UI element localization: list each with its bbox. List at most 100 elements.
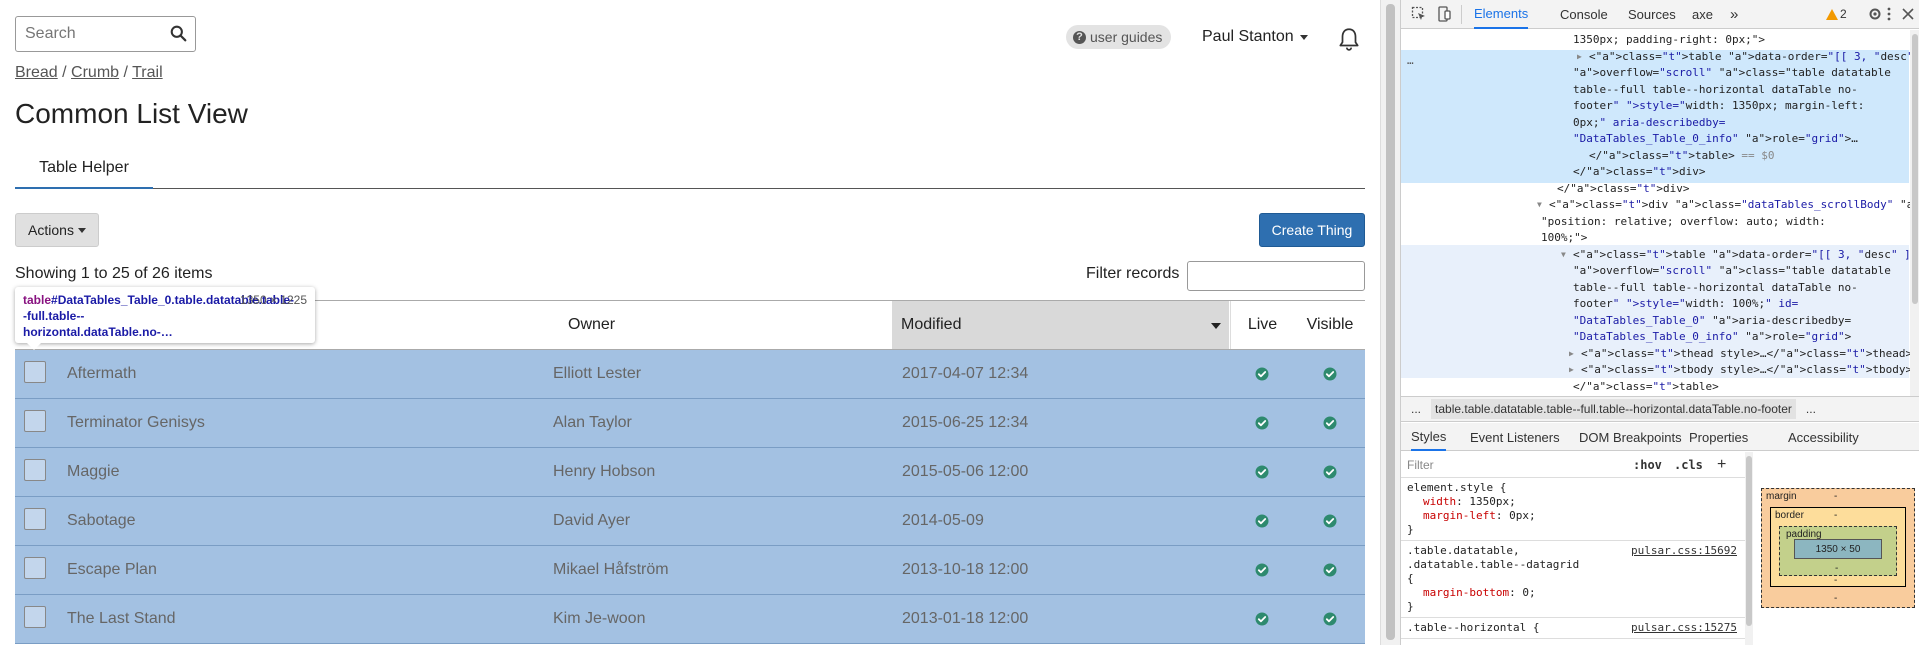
dom-node-line[interactable]: <"a">class="t">table "a">data-order="[[ … xyxy=(1401,247,1919,264)
dom-node-line[interactable]: </"a">class="t">table> == $0 xyxy=(1401,148,1911,165)
user-menu[interactable]: Paul Stanton xyxy=(1202,28,1308,46)
subtab-dom-breakpoints[interactable]: DOM Breakpoints xyxy=(1579,423,1682,451)
kebab-menu-icon[interactable] xyxy=(1881,6,1897,22)
search-icon[interactable] xyxy=(170,25,187,42)
dom-node-line[interactable]: 1350px; padding-right: 0px;"> xyxy=(1401,32,1911,49)
style-declaration[interactable]: margin-left: 0px; xyxy=(1407,509,1739,523)
subtab-properties[interactable]: Properties xyxy=(1689,423,1748,451)
dom-node-line[interactable]: "a">overflow="scroll" "a">class="table d… xyxy=(1401,263,1911,280)
dom-breadcrumb-current[interactable]: table.table.datatable.table--full.table-… xyxy=(1431,399,1796,419)
dom-node-line[interactable]: table--full table--horizontal dataTable … xyxy=(1401,82,1911,99)
property-name[interactable]: margin-bottom xyxy=(1423,586,1509,599)
rule-source-link[interactable]: pulsar.css:15275 xyxy=(1631,621,1737,635)
inspect-element-icon[interactable] xyxy=(1411,6,1427,22)
filter-records-input[interactable] xyxy=(1187,261,1365,291)
column-header-live[interactable]: Live xyxy=(1230,301,1294,349)
box-model-margin[interactable]: margin - - border - - padding - 1350 × 5… xyxy=(1761,488,1915,608)
style-declaration[interactable]: margin-bottom: 0; xyxy=(1407,586,1739,600)
title-cell[interactable]: Aftermath xyxy=(67,350,537,398)
dom-node-line[interactable]: "DataTables_Table_0" "a">aria-describedb… xyxy=(1401,313,1911,330)
dom-node-line[interactable]: <"a">class="t">tbody style>…</"a">class=… xyxy=(1401,362,1912,379)
table-row[interactable]: Sabotage David Ayer 2014-05-09 xyxy=(15,497,1365,546)
column-header-visible[interactable]: Visible xyxy=(1295,301,1365,349)
row-select-checkbox[interactable] xyxy=(24,410,46,432)
scrollbar-thumb[interactable] xyxy=(1746,456,1752,626)
dom-node-line[interactable]: footer" ">style="width: 100%;" id= xyxy=(1401,296,1911,313)
tab-table-helper[interactable]: Table Helper xyxy=(15,148,153,189)
property-value[interactable]: 0px xyxy=(1509,509,1529,522)
dom-node-line[interactable]: "position: relative; overflow: auto; wid… xyxy=(1401,214,1911,231)
dom-node-line[interactable]: <"a">class="t">div "a">class="dataTables… xyxy=(1401,197,1919,214)
style-declaration[interactable]: width: 1350px; xyxy=(1407,495,1739,509)
styles-filter-input[interactable]: Filter xyxy=(1407,458,1434,472)
breadcrumb-ellipsis-right[interactable]: ... xyxy=(1806,402,1816,416)
row-select-checkbox[interactable] xyxy=(24,459,46,481)
dom-node-line[interactable]: table--full table--horizontal dataTable … xyxy=(1401,280,1911,297)
property-value[interactable]: 1350px xyxy=(1469,495,1509,508)
title-cell[interactable]: Sabotage xyxy=(67,497,537,545)
title-cell[interactable]: Maggie xyxy=(67,448,537,496)
title-cell[interactable]: Escape Plan xyxy=(67,546,537,594)
more-tabs-button[interactable]: » xyxy=(1730,0,1738,29)
dom-scrollbar[interactable] xyxy=(1910,30,1919,396)
box-model-padding[interactable]: padding - 1350 × 50 xyxy=(1779,526,1897,576)
breadcrumb-link-1[interactable]: Bread xyxy=(15,64,58,81)
title-cell[interactable]: The Last Stand xyxy=(67,595,537,643)
add-rule-icon[interactable]: + xyxy=(1717,456,1726,472)
table-row[interactable]: Aftermath Elliott Lester 2017-04-07 12:34 xyxy=(15,350,1365,399)
property-value[interactable]: 0 xyxy=(1522,586,1529,599)
property-name[interactable]: margin-left xyxy=(1423,509,1496,522)
subtab-styles[interactable]: Styles xyxy=(1411,423,1447,451)
scrollbar-thumb[interactable] xyxy=(1912,34,1918,304)
scrollbar-thumb[interactable] xyxy=(1386,4,1395,640)
table-row[interactable]: Maggie Henry Hobson 2015-05-06 12:00 xyxy=(15,448,1365,497)
devtools-tab-axe[interactable]: axe xyxy=(1692,0,1713,29)
bell-icon[interactable] xyxy=(1336,26,1362,52)
breadcrumb-ellipsis-left[interactable]: ... xyxy=(1411,402,1421,416)
hov-toggle[interactable]: :hov xyxy=(1633,458,1662,472)
dom-node-line[interactable]: "DataTables_Table_0_info" "a">role="grid… xyxy=(1401,329,1911,346)
dom-node-line[interactable]: 100%;"> xyxy=(1401,230,1911,247)
row-select-checkbox[interactable] xyxy=(24,557,46,579)
page-scrollbar[interactable] xyxy=(1380,0,1400,645)
dom-node-line[interactable]: <"a">class="t">table "a">data-order="[[ … xyxy=(1401,49,1914,66)
breadcrumb-link-3[interactable]: Trail xyxy=(132,64,163,81)
style-rule[interactable]: .table--horizontal {pulsar.css:15275 xyxy=(1401,618,1745,639)
column-header-modified[interactable]: Modified xyxy=(892,301,1229,349)
cls-toggle[interactable]: .cls xyxy=(1674,458,1703,472)
dom-node-line[interactable]: </"a">class="t">div> xyxy=(1401,181,1911,198)
styles-scrollbar[interactable] xyxy=(1745,452,1753,645)
rule-source-link[interactable]: pulsar.css:15692 xyxy=(1631,544,1737,558)
property-name[interactable]: width xyxy=(1423,495,1456,508)
box-model-content[interactable]: 1350 × 50 xyxy=(1794,539,1882,559)
device-toolbar-icon[interactable] xyxy=(1436,6,1452,22)
row-select-checkbox[interactable] xyxy=(24,508,46,530)
dom-node-line[interactable]: 0px;" aria-describedby= xyxy=(1401,115,1911,132)
row-select-checkbox[interactable] xyxy=(24,606,46,628)
style-rule[interactable]: element.style {width: 1350px; margin-left… xyxy=(1401,478,1745,541)
create-thing-button[interactable]: Create Thing xyxy=(1259,213,1365,247)
dom-node-line[interactable]: "a">overflow="scroll" "a">class="table d… xyxy=(1401,65,1911,82)
breadcrumb-link-2[interactable]: Crumb xyxy=(71,64,119,81)
subtab-event-listeners[interactable]: Event Listeners xyxy=(1470,423,1560,451)
devtools-tab-elements[interactable]: Elements xyxy=(1474,0,1529,29)
dom-node-line[interactable]: </"a">class="t">table> xyxy=(1401,379,1911,396)
table-row[interactable]: Escape Plan Mikael Håfström 2013-10-18 12:… xyxy=(15,546,1365,595)
search-input[interactable] xyxy=(16,17,156,51)
style-rule[interactable]: .table.datatable, .datatable.table--data… xyxy=(1401,541,1745,618)
table-row[interactable]: The Last Stand Kim Je-woon 2013-01-18 12:0… xyxy=(15,595,1365,644)
devtools-tab-sources[interactable]: Sources xyxy=(1628,0,1676,29)
title-cell[interactable]: Terminator Genisys xyxy=(67,399,537,447)
warnings-badge[interactable]: 2 xyxy=(1826,7,1847,21)
row-select-checkbox[interactable] xyxy=(24,361,46,383)
dom-tree[interactable]: … 1350px; padding-right: 0px;"> ▶ <"a">cla… xyxy=(1401,30,1919,396)
dom-node-line[interactable]: </"a">class="t">div> xyxy=(1401,164,1911,181)
dom-node-line[interactable]: "DataTables_Table_0_info" "a">role="grid… xyxy=(1401,131,1911,148)
dom-node-line[interactable]: <"a">class="t">thead style>…</"a">class=… xyxy=(1401,346,1912,363)
table-row[interactable]: Terminator Genisys Alan Taylor 2015-06-25 … xyxy=(15,399,1365,448)
actions-dropdown-button[interactable]: Actions xyxy=(15,213,99,247)
column-header-owner[interactable]: Owner xyxy=(552,301,916,349)
user-guides-link[interactable]: ? user guides xyxy=(1066,25,1172,49)
box-model-border[interactable]: border - - padding - 1350 × 50 xyxy=(1770,507,1906,587)
dom-node-line[interactable]: footer" ">style="width: 1350px; margin-l… xyxy=(1401,98,1911,115)
